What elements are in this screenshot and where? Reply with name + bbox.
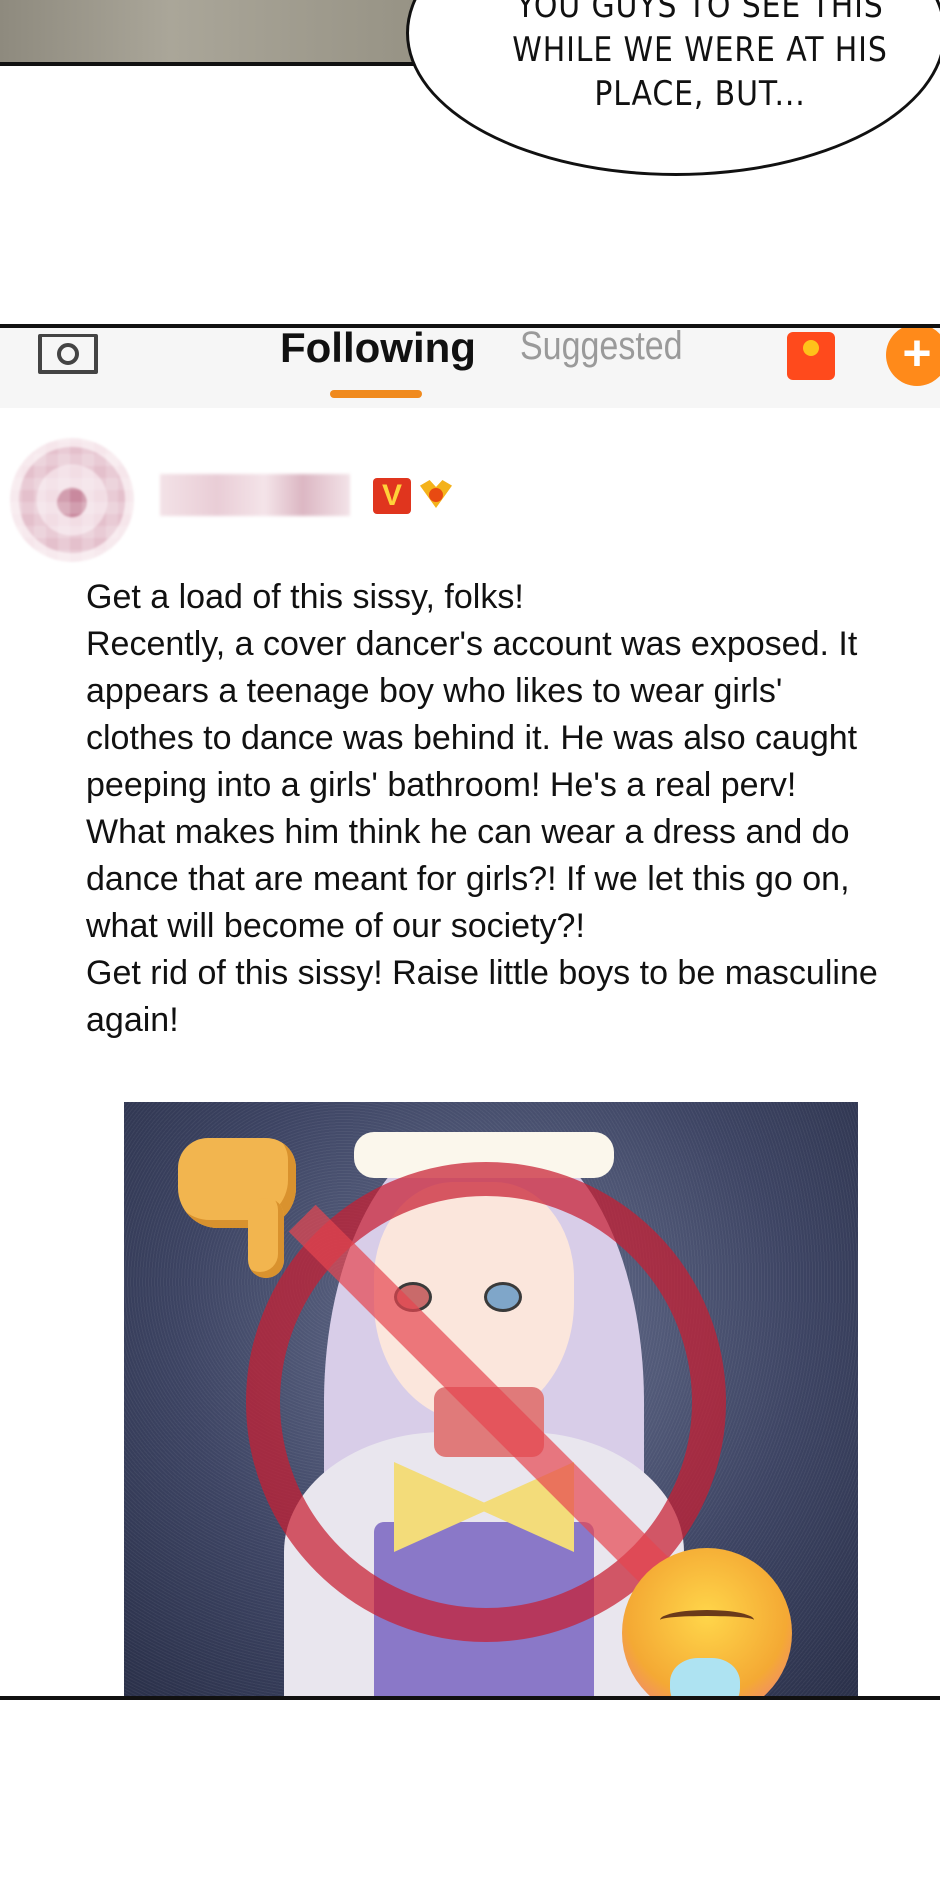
verified-badge: V xyxy=(373,478,411,514)
feed-tab-bar: Following Suggested + xyxy=(0,328,940,408)
post-paragraph: Recently, a cover dancer's account was e… xyxy=(86,625,858,804)
camera-icon[interactable] xyxy=(38,334,98,374)
thumbs-down-icon xyxy=(178,1118,328,1278)
post-paragraph: Get rid of this sissy! Raise little boys… xyxy=(86,954,878,1039)
speech-line: PLACE, BUT... xyxy=(594,74,806,114)
rank-badge-icon xyxy=(416,480,456,514)
speech-bubble-text: YOU GUYS TO SEE THIS WHILE WE WERE AT HI… xyxy=(498,0,903,120)
active-tab-indicator xyxy=(330,390,422,398)
post-paragraph: What makes him think he can wear a dress… xyxy=(86,813,850,945)
tab-following[interactable]: Following xyxy=(280,328,476,372)
speech-bubble-area: YOU GUYS TO SEE THIS WHILE WE WERE AT HI… xyxy=(0,0,940,200)
tab-suggested[interactable]: Suggested xyxy=(520,328,683,369)
thumbs-down-thumb xyxy=(248,1198,284,1278)
add-post-button[interactable]: + xyxy=(886,328,940,386)
post-body: Get a load of this sissy, folks! Recentl… xyxy=(86,574,896,1044)
post-paragraph: Get a load of this sissy, folks! xyxy=(86,578,524,616)
post-image[interactable] xyxy=(124,1102,858,1696)
username-blurred[interactable] xyxy=(160,474,350,516)
red-packet-icon[interactable] xyxy=(787,332,835,380)
speech-line: WHILE WE WERE AT HIS xyxy=(512,30,888,70)
social-app-screenshot: Following Suggested + V Get a load of th… xyxy=(0,324,940,1700)
speech-line: YOU GUYS TO SEE THIS xyxy=(516,0,884,26)
avatar[interactable] xyxy=(10,438,134,562)
